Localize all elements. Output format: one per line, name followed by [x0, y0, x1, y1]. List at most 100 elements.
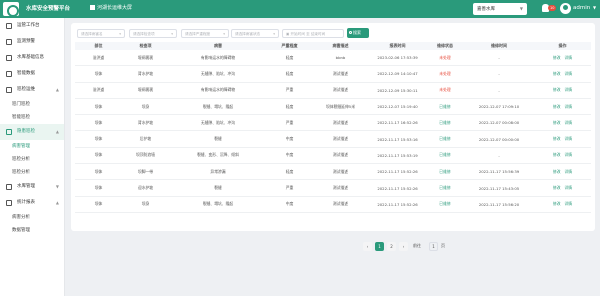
table-cell: 坝顶防浪墙 — [136, 152, 155, 158]
defect-name-placeholder: 请选择病害名 — [81, 31, 103, 36]
table-cell: 严重 — [285, 87, 294, 93]
edit-link[interactable]: 修改 — [553, 120, 561, 126]
edit-link[interactable]: 修改 — [553, 71, 561, 77]
row-actions: 修改 详情 — [534, 180, 591, 195]
sidebar-subitem-smart-inspection[interactable]: 智能巡检 — [0, 111, 64, 124]
sidebar-subitem-defect-analysis[interactable]: 病害分析 — [0, 211, 64, 224]
table-cell: - — [498, 152, 500, 158]
shield-icon — [6, 129, 12, 135]
table-cell: 测试描述 — [332, 185, 349, 191]
header-cell[interactable]: 报表时间 — [369, 42, 426, 50]
status-badge: 已维修 — [439, 168, 451, 174]
table-header: 部位 检查项 病害 严重程度 病害描述 报表时间 维修状态 维修时间 操作 — [75, 42, 591, 50]
detail-link[interactable]: 详情 — [565, 55, 573, 61]
page-button-2[interactable]: 2 — [387, 242, 396, 251]
table-cell: 异常渗漏 — [210, 168, 226, 174]
table-cell: 裂缝 — [214, 136, 222, 142]
database-icon — [6, 55, 12, 61]
detail-link[interactable]: 详情 — [565, 185, 573, 191]
sidebar-item-hazard-inspection[interactable]: 隐患巡检 ▲ — [0, 124, 64, 140]
severity-placeholder: 请选择严重程度 — [185, 31, 211, 36]
table-cell: 2022-11-17 15:52:26 — [377, 185, 418, 191]
check-item-placeholder: 请选择检查项 — [133, 31, 155, 36]
avatar[interactable] — [560, 3, 571, 14]
search-button[interactable]: 搜索 — [347, 28, 369, 38]
date-range-picker[interactable]: ▣ 开始时间 至 结束时间 — [282, 29, 344, 38]
table-cell: - — [498, 71, 500, 77]
table-cell: bbnb — [335, 55, 346, 61]
detail-link[interactable]: 详情 — [565, 71, 573, 77]
table-cell: 坝体 — [94, 103, 103, 109]
edit-link[interactable]: 修改 — [553, 169, 561, 175]
table-cell: 坝身 — [141, 103, 150, 109]
header-cell[interactable]: 检查项 — [122, 42, 169, 50]
table-cell: 裂缝、变形、沉降、倾斜 — [197, 152, 239, 158]
region-select[interactable]: 嘉善水库 ▼ — [473, 3, 527, 15]
detail-link[interactable]: 详情 — [565, 136, 573, 142]
table-cell: 2022-11-17 16:52:26 — [377, 120, 418, 126]
user-chevron-icon[interactable]: ▼ — [593, 5, 596, 10]
table-cell: 无缝隙、陷坑、冲沟 — [200, 70, 236, 76]
detail-link[interactable]: 详情 — [565, 87, 573, 93]
next-page-button[interactable]: › — [399, 242, 408, 251]
sidebar-subitem-defect-management[interactable]: 病害管理 — [0, 140, 64, 153]
chevron-up-icon: ▲ — [55, 129, 59, 134]
check-item-select[interactable]: 请选择检查项 ▾ — [129, 29, 177, 38]
edit-link[interactable]: 修改 — [553, 185, 561, 191]
sidebar-item-smart-data[interactable]: 智能数据 — [0, 66, 64, 82]
detail-link[interactable]: 详情 — [565, 169, 573, 175]
table-cell: 2022-12-09 14:10:47 — [377, 71, 418, 77]
detail-link[interactable]: 详情 — [565, 120, 573, 126]
sidebar-item-label: 巡检运维 — [17, 87, 35, 92]
top-nav-label: 河湖长运维大屏 — [97, 5, 133, 11]
page-button-1[interactable]: 1 — [375, 242, 384, 251]
chevron-down-icon: ▾ — [119, 31, 121, 36]
table-cell: 测试描述 — [332, 87, 349, 93]
sidebar-subitem-inspection-analysis-2[interactable]: 巡检分析 — [0, 166, 64, 179]
table-cell: 裂缝、塌坑、隆起 — [202, 201, 234, 207]
detail-link[interactable]: 详情 — [565, 201, 573, 207]
table-cell: 测试描述 — [332, 201, 349, 207]
table-cell: 有影响运水的障碍物 — [200, 87, 236, 93]
sidebar-item-reservoir-management[interactable]: 水库管理 ▼ — [0, 179, 64, 195]
top-nav-link[interactable]: 河湖长运维大屏 — [90, 4, 132, 11]
sidebar-item-reports[interactable]: 统计报表 ▲ — [0, 195, 64, 211]
sidebar-subitem-door-inspection[interactable]: 巡门巡检 — [0, 98, 64, 111]
edit-link[interactable]: 修改 — [553, 87, 561, 93]
header-cell[interactable]: 维修状态 — [426, 42, 464, 50]
report-icon — [6, 200, 12, 206]
row-actions: 修改 详情 — [534, 50, 591, 65]
table-cell: 有影响运水的障碍物 — [200, 54, 236, 60]
sidebar-item-monitoring[interactable]: 监测预警 — [0, 34, 64, 50]
defect-name-select[interactable]: 请选择病害名 ▾ — [77, 29, 125, 38]
table-cell: 坝体裂缝延伸5米 — [326, 103, 355, 109]
username[interactable]: admin — [573, 5, 590, 11]
detail-link[interactable]: 详情 — [565, 104, 573, 110]
sidebar-item-workbench[interactable]: 运管工作台 — [0, 18, 64, 34]
edit-link[interactable]: 修改 — [553, 152, 561, 158]
prev-page-button[interactable]: ‹ — [363, 242, 372, 251]
header-cell: 操作 — [558, 43, 567, 48]
table-cell: 坝体 — [94, 201, 103, 207]
row-actions: 修改 详情 — [534, 83, 591, 98]
severity-select[interactable]: 请选择严重程度 ▾ — [181, 29, 229, 38]
table-cell: 轻度 — [285, 168, 294, 174]
edit-link[interactable]: 修改 — [553, 136, 561, 142]
header-cell[interactable]: 部位 — [75, 42, 122, 50]
sidebar-item-label: 运管工作台 — [17, 23, 40, 28]
region-select-value: 嘉善水库 — [477, 7, 495, 12]
edit-link[interactable]: 修改 — [553, 104, 561, 110]
sidebar-subitem-inspection-analysis[interactable]: 巡检分析 — [0, 153, 64, 166]
status-select[interactable]: 请选择病害状态 ▾ — [231, 29, 279, 38]
sidebar-item-label: 智能数据 — [17, 71, 35, 76]
sidebar-item-inspection-ops[interactable]: 巡检运维 ▲ — [0, 82, 64, 98]
goto-page-input[interactable]: 1 — [429, 242, 438, 251]
detail-link[interactable]: 详情 — [565, 152, 573, 158]
header-cell[interactable]: 严重程度 — [267, 42, 312, 50]
sidebar-subitem-data-management[interactable]: 数据管理 — [0, 224, 64, 237]
chevron-up-icon: ▲ — [55, 87, 59, 92]
edit-link[interactable]: 修改 — [553, 201, 561, 207]
edit-link[interactable]: 修改 — [553, 55, 561, 61]
table-cell: 严重 — [285, 185, 294, 191]
sidebar-item-reservoir-info[interactable]: 水库基础信息 — [0, 50, 64, 66]
